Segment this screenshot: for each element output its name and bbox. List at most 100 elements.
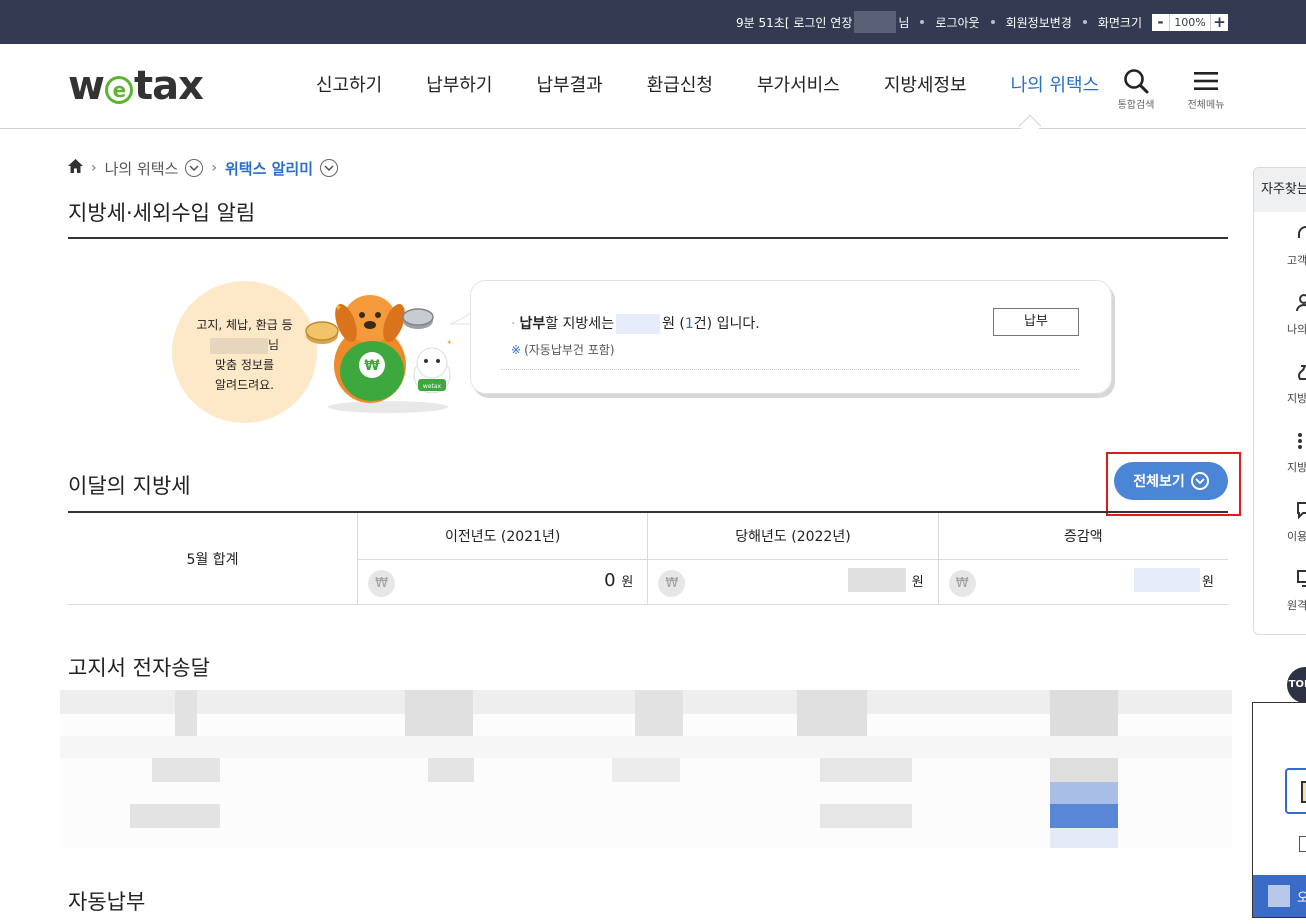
svg-text:✦: ✦ (446, 338, 453, 347)
popup-action-bar[interactable]: 오 (1253, 875, 1306, 917)
quick-item-local-tax-1[interactable]: 지방세 (1254, 350, 1306, 419)
mascot-line-3: 맞춤 정보를 (214, 358, 274, 372)
quick-item-user-guide[interactable]: 이용자 (1254, 488, 1306, 557)
popup-checkbox[interactable] (1299, 836, 1306, 852)
top-utility-bar: 9분 51초[ 로그인 연장 님 로그아웃 회원정보변경 화면크기 - 100%… (0, 0, 1306, 44)
payment-text-c: 건) 입니다. (693, 316, 760, 332)
search-icon (1108, 66, 1164, 96)
quick-item-label: 원격 (1287, 599, 1306, 612)
quick-item-remote[interactable]: 원격 (1254, 557, 1306, 626)
payment-text-a: 할 지방세는 (545, 316, 615, 332)
quick-item-customer[interactable]: 고객 (1254, 212, 1306, 281)
note-mark: ※ (511, 343, 522, 357)
svg-text:✦: ✦ (334, 303, 342, 314)
logout-link[interactable]: 로그아웃 (935, 14, 979, 31)
row-label: 5월 합계 (68, 513, 358, 605)
headset-icon (1298, 226, 1306, 238)
nav-my-wetax[interactable]: 나의 위택스 (989, 44, 1122, 128)
chevron-right-icon: › (91, 160, 97, 176)
quick-item-label: 이용자 (1287, 530, 1306, 543)
nav-local-tax-info[interactable]: 지방세정보 (862, 44, 989, 128)
zoom-level: 100% (1169, 13, 1211, 31)
svg-text:₩: ₩ (364, 358, 380, 374)
nav-payment-result[interactable]: 납부결과 (515, 44, 625, 128)
mascot-line-2: 님 (172, 335, 317, 355)
unit-won: 원 (911, 575, 924, 590)
zoom-in-button[interactable]: + (1211, 13, 1228, 31)
quick-menu: 자주찾는 고객 나의 위 지방세 지방세 이용자 원격 (1253, 167, 1306, 635)
money-bag-icon (1298, 365, 1306, 380)
nav-extra-services[interactable]: 부가서비스 (735, 44, 862, 128)
user-suffix: 님 (898, 15, 910, 30)
wetax-logo[interactable]: w e tax (68, 66, 204, 106)
all-menu-button[interactable]: 전체메뉴 (1178, 66, 1234, 111)
masked-amount (616, 314, 661, 334)
nav-report[interactable]: 신고하기 (294, 44, 404, 128)
quick-item-label: 고객 (1287, 254, 1306, 267)
page-title: 지방세·세외수입 알림 (68, 201, 256, 225)
masked-username (854, 11, 897, 33)
popup-bar-text: 오 (1297, 887, 1306, 906)
breadcrumb: › 나의 위택스 › 위택스 알리미 (68, 158, 339, 179)
difference-amount-cell: ₩ 원 (938, 560, 1228, 605)
payment-keyword: 납부 (519, 316, 546, 332)
chat-icon (1297, 502, 1306, 520)
mascot-illustration: ₩ wetax ✦ ✦ (305, 295, 453, 413)
electronic-notice-title: 고지서 전자송달 (68, 656, 210, 680)
current-year-amount-cell: ₩ 원 (648, 560, 939, 605)
chevron-down-icon[interactable] (185, 159, 204, 177)
laptop-screen (1301, 781, 1306, 803)
search-label: 통합검색 (1117, 100, 1155, 111)
main-header: w e tax 신고하기 납부하기 납부결과 환급신청 부가서비스 지방세정보 나의… (0, 44, 1306, 138)
breadcrumb-my-wetax[interactable]: 나의 위택스 (105, 158, 179, 179)
won-icon: ₩ (368, 570, 395, 597)
col-current-year: 당해년도 (2022년) (648, 513, 939, 560)
separator-dot (920, 20, 925, 24)
home-icon[interactable] (68, 159, 83, 177)
mascot-line-1: 고지, 체납, 환급 등 (196, 318, 293, 332)
bullet: · (511, 316, 516, 332)
member-edit-link[interactable]: 회원정보변경 (1006, 14, 1072, 31)
autopay-note: ※ (자동납부건 포함) (511, 341, 615, 358)
autopay-title: 자동납부 (68, 890, 146, 914)
utility-links: 9분 51초[ 로그인 연장 님 로그아웃 회원정보변경 화면크기 - 100%… (736, 0, 1228, 44)
payment-count: 1 (684, 316, 694, 332)
pay-button[interactable]: 납부 (993, 308, 1079, 336)
mascot-line-4: 알려드려요. (214, 378, 274, 392)
scroll-top-button[interactable]: TOP (1287, 667, 1306, 703)
blurred-notice-content (60, 690, 1232, 848)
dotted-divider (501, 369, 1079, 370)
zoom-control: - 100% + (1152, 13, 1228, 31)
masked-amount (848, 568, 907, 592)
side-popup: 오 (1252, 702, 1306, 918)
quick-menu-title: 자주찾는 (1254, 168, 1306, 212)
payment-text-b: 원 ( (662, 316, 685, 332)
separator-dot (1082, 20, 1087, 24)
screen-size-label: 화면크기 (1097, 15, 1142, 30)
monthly-tax-table: 5월 합계 이전년도 (2021년) 당해년도 (2022년) 증감액 ₩ 0 … (68, 511, 1228, 605)
this-month-title: 이달의 지방세 (68, 474, 191, 498)
nav-refund[interactable]: 환급신청 (625, 44, 735, 128)
chevron-right-icon: › (211, 160, 217, 176)
grid-dots-icon (1298, 433, 1302, 449)
quick-item-label: 나의 위 (1287, 323, 1306, 336)
breadcrumb-wetax-alarm[interactable]: 위택스 알리미 (225, 158, 313, 179)
title-divider (68, 237, 1228, 239)
current-year-amount: 원 (912, 570, 924, 591)
mascot-user-suffix: 님 (267, 338, 280, 352)
quick-item-local-tax-2[interactable]: 지방세 (1254, 419, 1306, 488)
integrated-search-button[interactable]: 통합검색 (1108, 66, 1164, 111)
prev-year-value: 0 (604, 570, 616, 591)
menu-label: 전체메뉴 (1187, 100, 1225, 111)
quick-item-label: 지방세 (1287, 392, 1306, 405)
chevron-down-icon[interactable] (320, 159, 339, 177)
svg-text:wetax: wetax (423, 383, 442, 390)
zoom-out-button[interactable]: - (1152, 13, 1169, 31)
masked-username (209, 337, 268, 354)
quick-item-label: 지방세 (1287, 461, 1306, 474)
quick-item-my[interactable]: 나의 위 (1254, 281, 1306, 350)
nav-payment[interactable]: 납부하기 (404, 44, 514, 128)
prev-year-amount: 0 원 (604, 570, 633, 591)
main-nav: 신고하기 납부하기 납부결과 환급신청 부가서비스 지방세정보 나의 위택스 (294, 44, 1121, 128)
session-timer[interactable]: 9분 51초[ 로그인 연장 (736, 14, 852, 31)
